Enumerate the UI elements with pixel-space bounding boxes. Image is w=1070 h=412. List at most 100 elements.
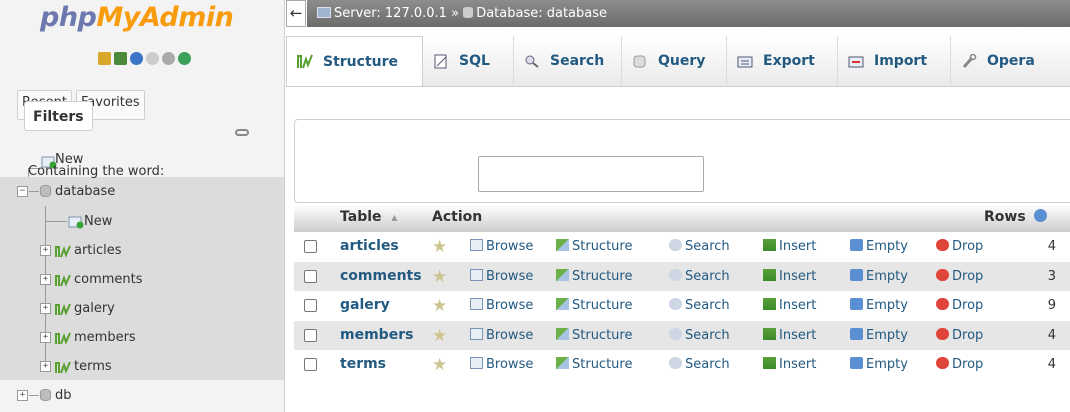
row-checkbox[interactable]	[304, 240, 317, 253]
breadcrumb-server[interactable]: Server: 127.0.0.1	[334, 6, 447, 21]
tab-export[interactable]: Export	[727, 36, 838, 86]
tab-search[interactable]: Search	[514, 36, 622, 86]
breadcrumb-separator: »	[451, 6, 460, 21]
search-action[interactable]: Search	[669, 291, 730, 321]
header-table[interactable]: Table ▲	[340, 209, 398, 225]
tree-item-table[interactable]: + articles	[0, 235, 284, 264]
structure-action[interactable]: Structure	[556, 232, 632, 262]
new-icon	[68, 216, 84, 229]
insert-action[interactable]: Insert	[763, 262, 816, 292]
structure-action[interactable]: Structure	[556, 350, 632, 380]
browse-action[interactable]: Browse	[470, 232, 533, 262]
table-name-link[interactable]: comments	[340, 262, 422, 292]
tab-import[interactable]: Import	[838, 36, 951, 86]
insert-icon	[763, 357, 776, 369]
search-action[interactable]: Search	[669, 262, 730, 292]
favorite-star-icon[interactable]: ★	[432, 233, 447, 263]
empty-action[interactable]: Empty	[850, 262, 908, 292]
empty-action[interactable]: Empty	[850, 350, 908, 380]
drop-action[interactable]: Drop	[936, 232, 983, 262]
table-body: articles ★ Browse Structure Search Insert Empt…	[294, 232, 1070, 380]
tab-structure[interactable]: Structure	[286, 36, 423, 86]
search-action[interactable]: Search	[669, 350, 730, 380]
browse-action[interactable]: Browse	[470, 321, 533, 351]
table-row: galery ★ Browse Structure Search Insert Empty D…	[294, 291, 1070, 321]
drop-icon	[936, 327, 949, 340]
search-action[interactable]: Search	[669, 232, 730, 262]
tree-item-table[interactable]: + terms	[0, 351, 284, 380]
logout-icon[interactable]	[114, 52, 127, 65]
expand-icon[interactable]: +	[40, 332, 51, 343]
drop-action[interactable]: Drop	[936, 291, 983, 321]
favorite-star-icon[interactable]: ★	[432, 263, 447, 293]
home-icon[interactable]	[98, 52, 111, 65]
structure-icon	[556, 327, 569, 340]
browse-action[interactable]: Browse	[470, 291, 533, 321]
drop-action[interactable]: Drop	[936, 321, 983, 351]
tree-item-database[interactable]: − database	[0, 177, 284, 206]
favorite-star-icon[interactable]: ★	[432, 292, 447, 322]
phpmyadmin-logo[interactable]: phpMyAdmin	[40, 2, 234, 33]
search-icon	[669, 327, 682, 340]
help-icon[interactable]	[130, 52, 143, 65]
table-icon	[55, 274, 71, 287]
insert-action[interactable]: Insert	[763, 291, 816, 321]
insert-icon	[763, 327, 776, 340]
database-icon	[40, 389, 51, 401]
table-name-link[interactable]: terms	[340, 350, 386, 380]
expand-icon[interactable]: +	[17, 390, 28, 401]
insert-action[interactable]: Insert	[763, 232, 816, 262]
expand-icon[interactable]: +	[40, 245, 51, 256]
drop-action[interactable]: Drop	[936, 350, 983, 380]
empty-action[interactable]: Empty	[850, 291, 908, 321]
row-checkbox[interactable]	[304, 299, 317, 312]
insert-action[interactable]: Insert	[763, 321, 816, 351]
empty-icon	[850, 239, 863, 251]
row-checkbox[interactable]	[304, 358, 317, 371]
tree-item-db[interactable]: + db	[0, 380, 284, 409]
browse-action[interactable]: Browse	[470, 350, 533, 380]
docs-icon[interactable]	[146, 52, 159, 65]
breadcrumb-database[interactable]: Database: database	[476, 6, 607, 21]
tab-query[interactable]: Query	[622, 36, 727, 86]
expand-icon[interactable]: +	[40, 274, 51, 285]
drop-action[interactable]: Drop	[936, 262, 983, 292]
help-icon[interactable]	[1033, 209, 1047, 222]
tab-sql[interactable]: SQL	[423, 36, 514, 86]
favorite-star-icon[interactable]: ★	[432, 322, 447, 352]
table-name-link[interactable]: members	[340, 321, 413, 351]
table-icon	[55, 303, 71, 316]
settings-icon[interactable]	[162, 52, 175, 65]
expand-icon[interactable]: +	[40, 361, 51, 372]
table-name-link[interactable]: articles	[340, 232, 399, 262]
search-icon	[669, 239, 682, 251]
tree-item-table[interactable]: + comments	[0, 264, 284, 293]
structure-action[interactable]: Structure	[556, 262, 632, 292]
row-checkbox[interactable]	[304, 328, 317, 342]
empty-icon	[850, 298, 863, 310]
back-arrow-button[interactable]: ←	[286, 0, 306, 27]
header-rows[interactable]: Rows	[984, 209, 1047, 225]
reload-icon[interactable]	[178, 52, 191, 65]
table-name-link[interactable]: galery	[340, 291, 390, 321]
favorite-star-icon[interactable]: ★	[432, 351, 447, 381]
expand-icon[interactable]: +	[40, 303, 51, 314]
link-icon[interactable]	[235, 129, 249, 136]
tree-item-table[interactable]: + galery	[0, 293, 284, 322]
filter-word-input[interactable]	[478, 156, 704, 192]
empty-action[interactable]: Empty	[850, 321, 908, 351]
search-action[interactable]: Search	[669, 321, 730, 351]
collapse-icon[interactable]: −	[17, 186, 28, 197]
row-checkbox[interactable]	[304, 269, 317, 283]
browse-action[interactable]: Browse	[470, 262, 533, 292]
tree-item-table[interactable]: + members	[0, 322, 284, 351]
structure-action[interactable]: Structure	[556, 291, 632, 321]
empty-icon	[850, 268, 863, 281]
empty-action[interactable]: Empty	[850, 232, 908, 262]
structure-action[interactable]: Structure	[556, 321, 632, 351]
tab-operations[interactable]: Opera	[951, 36, 1070, 86]
tree-item-db-new[interactable]: New	[0, 206, 284, 235]
navigation-panel: phpMyAdmin Recent Favorites New − databa…	[0, 0, 285, 412]
insert-action[interactable]: Insert	[763, 350, 816, 380]
structure-icon	[297, 54, 313, 69]
